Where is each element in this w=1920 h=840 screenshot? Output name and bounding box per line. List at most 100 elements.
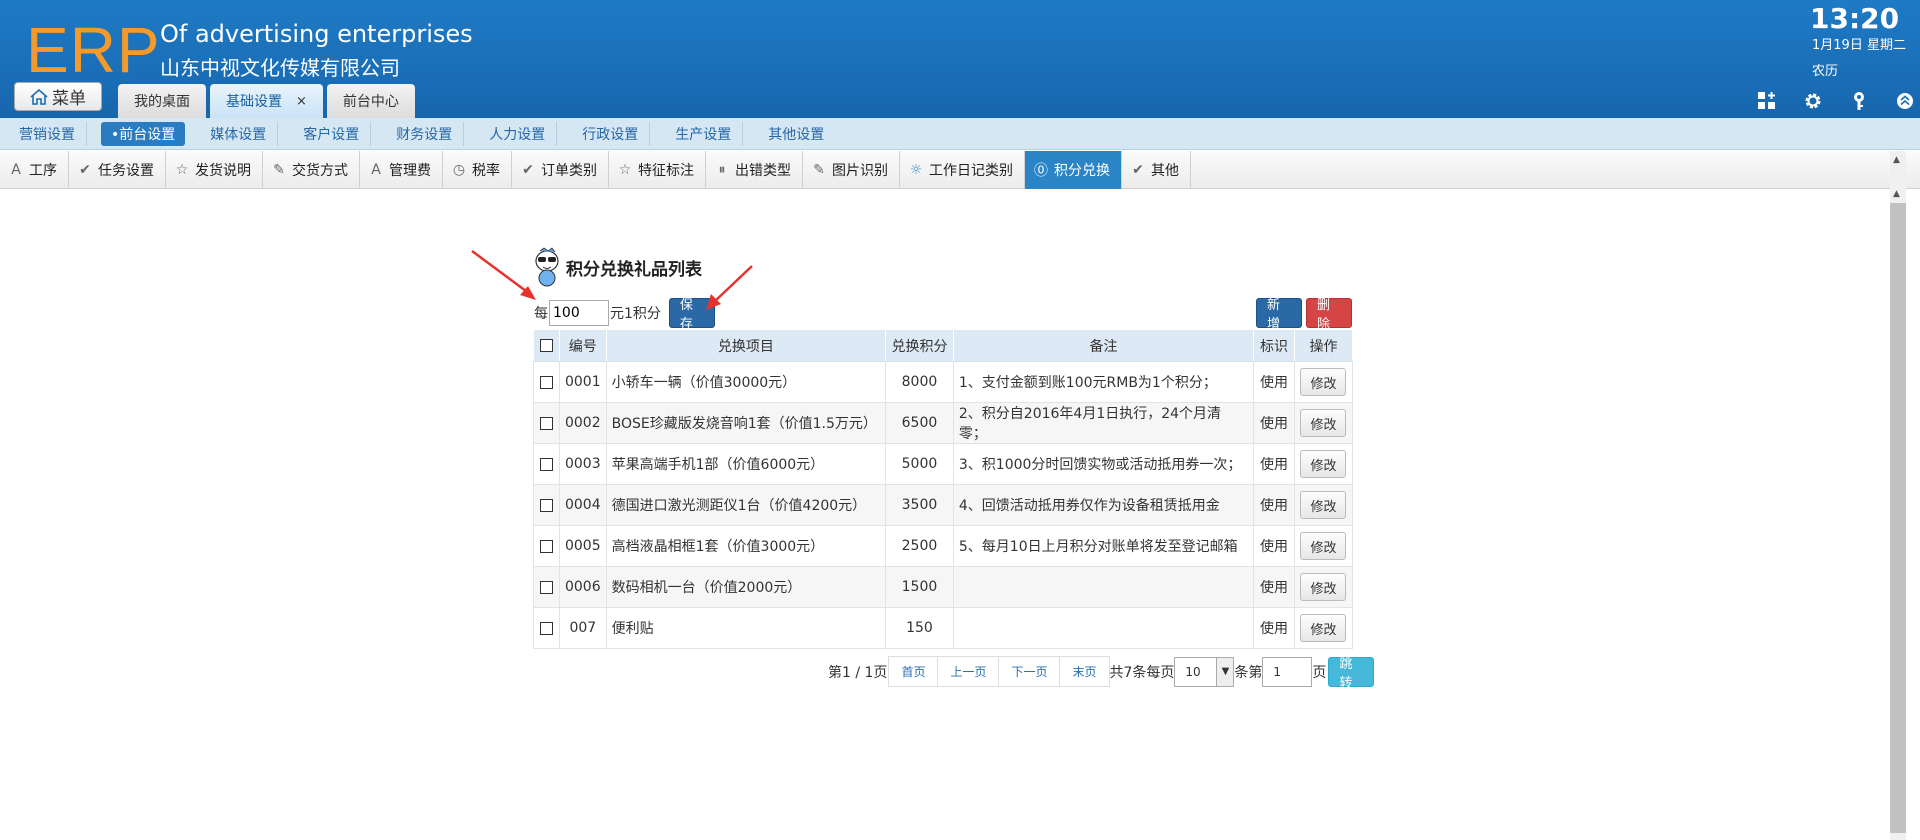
gear-icon[interactable]	[1802, 90, 1824, 112]
cell-points: 3500	[885, 484, 954, 526]
tab-label: 我的桌面	[134, 94, 190, 110]
cell-item: 数码相机一台（价值2000元）	[605, 566, 887, 608]
menu-button[interactable]: 菜单	[14, 82, 102, 111]
table-row: 007 便利贴 150 使用 修改	[533, 607, 1354, 649]
star-icon: ☆	[175, 162, 189, 178]
edit-button[interactable]: 修改	[1300, 368, 1347, 396]
subnav-delivery-method[interactable]: ✎ 交货方式	[263, 151, 360, 189]
subnav-task-settings[interactable]: ✔ 任务设置	[69, 151, 166, 189]
vertical-scrollbar[interactable]: ▲ ▲	[1890, 151, 1906, 840]
check-icon: ✔	[79, 162, 91, 178]
next-page-link[interactable]: 下一页	[998, 656, 1061, 687]
edit-button[interactable]: 修改	[1300, 491, 1347, 519]
select-all-checkbox[interactable]	[539, 339, 553, 352]
clock-time: 13:20	[1810, 2, 1900, 35]
subnav-points-exchange[interactable]: ⓪ 积分兑换	[1025, 151, 1122, 189]
table-row: 0005 高档液晶相框1套（价值3000元） 2500 5、每月10日上月积分对…	[533, 525, 1354, 567]
cell-item: BOSE珍藏版发烧音响1套（价值1.5万元）	[605, 402, 887, 444]
pencil-icon: ✎	[813, 162, 825, 178]
subnav-shipping-notes[interactable]: ☆ 发货说明	[166, 151, 263, 189]
row-checkbox[interactable]	[539, 539, 553, 553]
subnav-order-category[interactable]: ✔ 订单类别	[512, 151, 609, 189]
cell-item: 便利贴	[605, 607, 887, 649]
scrollbar-thumb[interactable]	[1890, 203, 1906, 833]
tab-desktop[interactable]: 我的桌面	[118, 84, 206, 118]
list-title-text: 积分兑换礼品列表	[566, 259, 702, 280]
delete-button[interactable]: 删除	[1306, 298, 1352, 332]
cell-item: 高档液晶相框1套（价值3000元）	[605, 525, 887, 567]
nav-finance-settings[interactable]: 财务设置	[385, 121, 465, 146]
subnav-label: 工序	[29, 163, 57, 179]
nav-production-settings[interactable]: 生产设置	[664, 121, 744, 146]
home-icon	[30, 88, 48, 105]
row-checkbox[interactable]	[539, 457, 553, 471]
nav-hr-settings[interactable]: 人力设置	[478, 121, 558, 146]
col-flag[interactable]: 标识	[1253, 329, 1295, 362]
prev-page-link[interactable]: 上一页	[937, 656, 1000, 687]
edit-button[interactable]: 修改	[1300, 450, 1347, 478]
row-checkbox[interactable]	[539, 621, 553, 635]
grid-add-icon[interactable]	[1756, 90, 1778, 112]
nav-admin-settings[interactable]: 行政设置	[571, 121, 651, 146]
subnav-error-type[interactable]: ⏸ 出错类型	[706, 151, 803, 189]
jump-button[interactable]: 跳转	[1328, 656, 1375, 691]
chevron-up-circle-icon[interactable]	[1894, 90, 1916, 112]
add-button[interactable]: 新增	[1256, 298, 1302, 332]
scroll-up-icon[interactable]: ▲	[1893, 155, 1900, 165]
subnav-image-recognition[interactable]: ✎ 图片识别	[803, 151, 900, 189]
subnav-label: 发货说明	[195, 163, 251, 179]
top-tabs: 我的桌面 基础设置 × 前台中心	[118, 84, 415, 118]
nav-media-settings[interactable]: 媒体设置	[199, 121, 279, 146]
last-page-link[interactable]: 末页	[1059, 656, 1110, 687]
page-info: 第1 / 1页	[828, 664, 888, 681]
subnav-label: 积分兑换	[1054, 163, 1110, 179]
col-id[interactable]: 编号	[558, 329, 607, 362]
subnav-other[interactable]: ✔ 其他	[1122, 151, 1191, 189]
edit-button[interactable]: 修改	[1300, 532, 1347, 560]
subnav-tax-rate[interactable]: ◷ 税率	[443, 151, 512, 189]
scroll-up-icon[interactable]: ▲	[1893, 189, 1900, 199]
subnav-work-diary-category[interactable]: ☼ 工作日记类别	[900, 151, 1025, 189]
table-header-row: 编号 兑换项目 兑换积分 备注 标识 操作	[533, 329, 1354, 362]
font-icon: A	[371, 162, 381, 178]
edit-button[interactable]: 修改	[1300, 573, 1347, 601]
col-item[interactable]: 兑换项目	[605, 329, 887, 362]
subnav-process[interactable]: A 工序	[0, 151, 69, 189]
nav-marketing-settings[interactable]: 营销设置	[8, 121, 87, 146]
points-rate-input[interactable]	[549, 300, 609, 326]
col-note[interactable]: 备注	[952, 329, 1255, 362]
cell-item: 小轿车一辆（价值30000元）	[605, 361, 887, 403]
key-icon[interactable]	[1848, 90, 1870, 112]
row-checkbox[interactable]	[539, 416, 553, 430]
edit-button[interactable]: 修改	[1300, 409, 1347, 437]
cell-action: 修改	[1293, 443, 1354, 485]
tab-basic-settings[interactable]: 基础设置 ×	[210, 84, 323, 118]
pagination: 第1 / 1页 首页 上一页 下一页 末页 共7条每页 10 ▼ 条第 1 页 …	[828, 656, 1375, 691]
goto-page-input[interactable]: 1	[1262, 656, 1313, 687]
cell-points: 6500	[885, 402, 954, 444]
cell-note: 2、积分自2016年4月1日执行，24个月清零；	[952, 402, 1255, 444]
cell-id: 0005	[558, 525, 607, 567]
page-title: 积分兑换礼品列表	[534, 247, 702, 287]
chevron-down-icon: ▼	[1216, 657, 1234, 686]
tab-front-center[interactable]: 前台中心	[326, 84, 415, 118]
row-checkbox[interactable]	[539, 375, 553, 389]
close-icon[interactable]: ×	[296, 94, 307, 109]
sun-icon: ☼	[909, 162, 923, 178]
row-checkbox[interactable]	[539, 498, 553, 512]
nav-customer-settings[interactable]: 客户设置	[292, 121, 372, 146]
page-size-select[interactable]: 10 ▼	[1174, 656, 1235, 687]
cell-flag: 使用	[1253, 402, 1295, 444]
goto-suffix: 页	[1312, 664, 1327, 681]
subnav-management-fee[interactable]: A 管理费	[360, 151, 443, 189]
row-checkbox[interactable]	[539, 580, 553, 594]
clock-date: 1月19日 星期二	[1812, 38, 1906, 53]
subnav-feature-tags[interactable]: ☆ 特征标注	[609, 151, 706, 189]
col-points[interactable]: 兑换积分	[885, 329, 954, 362]
nav-front-settings[interactable]: •前台设置	[101, 121, 186, 146]
first-page-link[interactable]: 首页	[888, 656, 939, 687]
font-icon: A	[11, 162, 21, 178]
edit-button[interactable]: 修改	[1300, 614, 1347, 642]
tab-label: 前台中心	[342, 94, 399, 110]
nav-other-settings[interactable]: 其他设置	[757, 122, 835, 146]
